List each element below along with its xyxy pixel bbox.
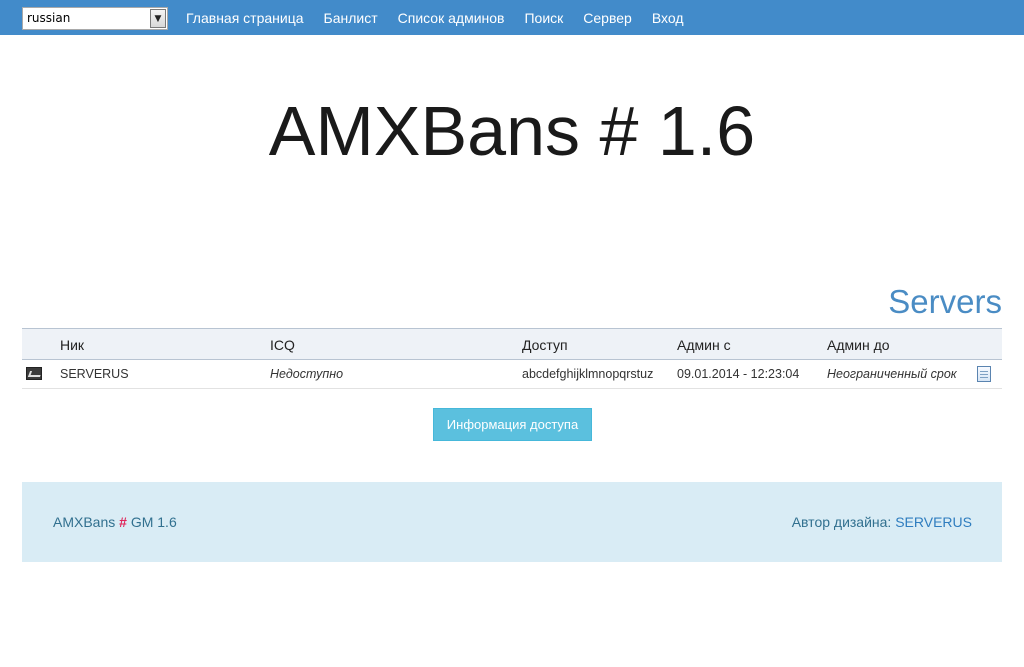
table-header-row: Ник ICQ Доступ Админ с Админ до: [22, 328, 1002, 360]
column-header-nick: Ник: [60, 337, 85, 353]
column-header-access: Доступ: [522, 337, 568, 353]
table-row[interactable]: SERVERUS Недоступно abcdefghijklmnopqrst…: [22, 360, 1002, 389]
details-column-header: [977, 329, 1002, 360]
footer-brand: AMXBans # GM 1.6: [53, 514, 177, 530]
access-info-button[interactable]: Информация доступа: [433, 408, 592, 441]
nav-link-banlist[interactable]: Банлист: [324, 10, 378, 26]
chevron-down-icon[interactable]: ▼: [150, 9, 166, 28]
column-header-admin-to: Админ до: [827, 337, 890, 353]
nav-link-login[interactable]: Вход: [652, 10, 684, 26]
column-header-icq: ICQ: [270, 337, 295, 353]
language-select-value: russian: [27, 11, 71, 25]
page-title: AMXBans # 1.6: [268, 92, 756, 170]
footer-author-label: Автор дизайна:: [791, 514, 892, 530]
nav-link-home[interactable]: Главная страница: [186, 10, 304, 26]
document-icon[interactable]: [977, 365, 991, 382]
top-navbar: russian ▼ Главная страница Банлист Списо…: [0, 0, 1024, 35]
footer-brand-hash: #: [119, 514, 127, 530]
footer-author: Автор дизайна: SERVERUS: [792, 514, 972, 530]
cell-nick: SERVERUS: [60, 367, 129, 381]
row-icon-cell: [22, 360, 60, 389]
cell-admin-from: 09.01.2014 - 12:23:04: [677, 367, 800, 381]
steam-icon: [26, 367, 42, 380]
footer-brand-suffix: GM 1.6: [130, 514, 177, 530]
language-select[interactable]: russian ▼: [22, 7, 168, 30]
nav-link-server[interactable]: Сервер: [583, 10, 632, 26]
cell-access: abcdefghijklmnopqrstuz: [522, 367, 654, 381]
icon-column-header: [22, 329, 60, 360]
details-cell: [977, 360, 1002, 389]
cell-admin-to: Неограниченный срок: [827, 367, 957, 381]
servers-heading: Servers: [888, 283, 1002, 320]
nav-link-search[interactable]: Поиск: [524, 10, 563, 26]
footer-brand-prefix: AMXBans: [53, 514, 116, 530]
admin-table: Ник ICQ Доступ Админ с Админ до SERVERUS…: [22, 328, 1002, 389]
column-header-admin-from: Админ с: [677, 337, 731, 353]
nav-links: Главная страница Банлист Список админов …: [186, 0, 703, 35]
footer: AMXBans # GM 1.6 Автор дизайна: SERVERUS: [22, 482, 1002, 562]
footer-author-link[interactable]: SERVERUS: [895, 514, 972, 530]
cell-icq: Недоступно: [270, 367, 344, 381]
nav-link-admin-list[interactable]: Список админов: [398, 10, 505, 26]
